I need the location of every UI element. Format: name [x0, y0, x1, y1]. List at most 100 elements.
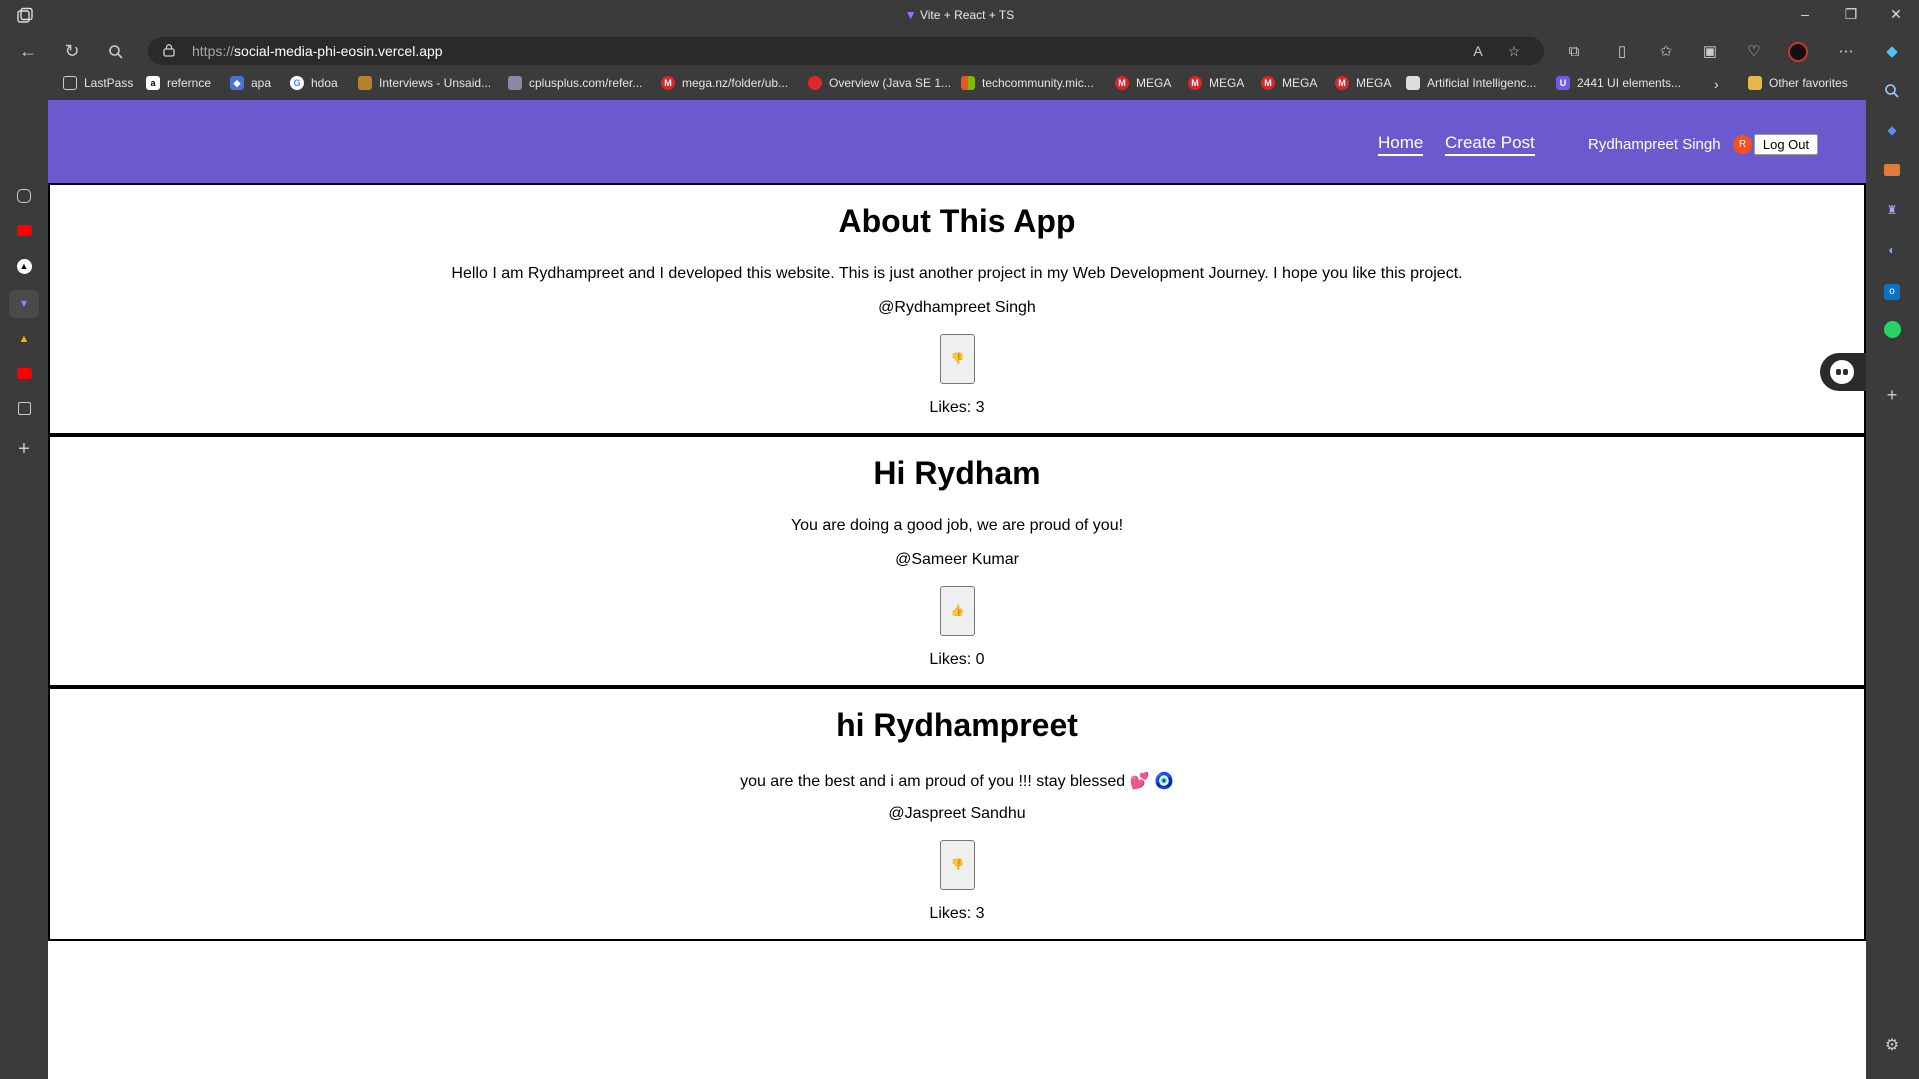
bookmark-mega-folder[interactable]: Mmega.nz/folder/ub... [661, 76, 788, 90]
likes-count: Likes: 0 [929, 651, 985, 668]
page-viewport: Home Create Post Rydhampreet Singh R Log… [48, 100, 1866, 1079]
restore-button[interactable]: ❐ [1831, 6, 1871, 23]
bookmark-mega-2[interactable]: M MEGA [1188, 76, 1244, 90]
add-sidebar-app-icon[interactable]: + [1881, 384, 1903, 406]
search-sidebar-icon[interactable] [1881, 80, 1903, 102]
thumbs-down-icon: 👎 [950, 859, 965, 871]
whatsapp-icon[interactable] [1881, 319, 1903, 341]
nav-home-link[interactable]: Home [1378, 133, 1424, 156]
nav-create-post-link[interactable]: Create Post [1445, 133, 1535, 156]
bookmark-apa[interactable]: ◆ apa [230, 76, 271, 90]
search-button[interactable] [104, 40, 128, 64]
cplusplus-icon [508, 76, 522, 90]
games-icon[interactable]: ♜ [1881, 199, 1903, 221]
ui-icon: U [1556, 76, 1570, 90]
assistant-face-icon [1830, 360, 1854, 384]
saved-tab-icon[interactable] [13, 398, 35, 420]
bookmarks-overflow-button[interactable]: › [1714, 76, 1719, 92]
split-screen-icon[interactable]: ▯ [1610, 40, 1634, 64]
favorite-star-icon[interactable]: ☆ [1504, 41, 1524, 61]
outlook-icon[interactable]: o [1881, 279, 1903, 301]
address-toolbar: ← ↻ https://social-media-phi-eosin.verce… [0, 32, 1919, 70]
bookmark-ui-elements[interactable]: U 2441 UI elements... [1556, 76, 1681, 90]
apa-icon: ◆ [230, 76, 244, 90]
gear-icon[interactable]: ⚙ [1881, 1035, 1903, 1057]
search-icon [1885, 84, 1899, 98]
lock-icon[interactable] [162, 43, 176, 57]
post-card: hi Rydhampreet you are the best and i am… [48, 687, 1866, 941]
bookmark-cplusplus[interactable]: cplusplus.com/refer... [508, 76, 642, 90]
search-icon [109, 45, 123, 59]
logout-button[interactable]: Log Out [1754, 134, 1818, 155]
post-title: About This App [838, 203, 1076, 239]
floating-assistant-button[interactable] [1820, 353, 1866, 391]
bookmark-interviews[interactable]: Interviews - Unsaid... [358, 76, 491, 90]
a-icon: a [146, 76, 160, 90]
oracle-icon [808, 76, 822, 90]
google-icon: G [290, 76, 304, 90]
close-window-button[interactable]: ✕ [1876, 6, 1916, 23]
performance-icon[interactable]: ♡ [1742, 40, 1766, 64]
bookmark-hdoa[interactable]: Ghdoa [290, 76, 338, 90]
interviews-icon [358, 76, 372, 90]
ai-icon [1406, 76, 1420, 90]
post-author: @Sameer Kumar [895, 551, 1019, 568]
post-title: hi Rydhampreet [836, 707, 1078, 743]
post-card: Hi Rydham You are doing a good job, we a… [48, 435, 1866, 687]
firebase-tab-icon[interactable]: ▲ [13, 328, 35, 350]
minimize-button[interactable]: – [1785, 6, 1825, 22]
extensions-icon[interactable]: ⧉ [1562, 40, 1586, 64]
url-text[interactable]: https://social-media-phi-eosin.vercel.ap… [192, 43, 443, 59]
mega-icon: M [661, 76, 675, 90]
copilot-sidebar-icon[interactable]: ◐ [1881, 239, 1903, 261]
post-card: About This App Hello I am Rydhampreet an… [48, 183, 1866, 435]
favorites-bar: LastPass a refernce ◆ apa Ghdoa Interviews… [0, 70, 1919, 100]
left-sidebar: ▲ ▼ ▲ + [0, 100, 48, 1079]
app-tab-icon[interactable]: ▲ [13, 255, 35, 277]
copilot-icon[interactable]: ◆ [1880, 40, 1904, 64]
like-button[interactable]: 👎 [940, 334, 975, 384]
favorites-icon[interactable]: ✩ [1654, 40, 1678, 64]
youtube-tab-icon-2[interactable] [13, 363, 35, 385]
like-button[interactable]: 👍 [940, 586, 975, 636]
vertical-tabs-icon[interactable] [17, 189, 31, 203]
post-author: @Jaspreet Sandhu [888, 805, 1026, 822]
right-sidebar: ◆ ♜ ◐ o + ⚙ [1866, 70, 1919, 1079]
address-bar[interactable]: https://social-media-phi-eosin.vercel.ap… [148, 37, 1544, 65]
vite-favicon-icon: ▼ [904, 8, 917, 22]
bookmark-mega-4[interactable]: M MEGA [1335, 76, 1391, 90]
app-navbar: Home Create Post Rydhampreet Singh R Log… [48, 100, 1866, 183]
profile-icon[interactable] [1786, 40, 1810, 64]
post-body: You are doing a good job, we are proud o… [790, 517, 1124, 534]
back-button[interactable]: ← [16, 40, 40, 64]
bookmark-artificial-intelligence[interactable]: Artificial Intelligenc... [1406, 76, 1536, 90]
collections-icon[interactable]: ▣ [1698, 40, 1722, 64]
browser-title-bar: ▼ Vite + React + TS – ❐ ✕ [0, 0, 1919, 32]
reload-button[interactable]: ↻ [60, 40, 84, 64]
bookmark-java-overview[interactable]: Overview (Java SE 1... [808, 76, 951, 90]
mega-icon: M [1115, 76, 1129, 90]
thumbs-down-icon: 👎 [950, 353, 965, 365]
new-tab-plus-icon[interactable]: + [13, 438, 35, 460]
bookmark-lastpass[interactable]: LastPass [63, 76, 133, 90]
mega-icon: M [1188, 76, 1202, 90]
youtube-tab-icon[interactable] [13, 220, 35, 242]
shopping-icon[interactable]: ◆ [1881, 119, 1903, 141]
other-favorites-folder[interactable]: Other favorites [1748, 76, 1848, 90]
more-menu-icon[interactable]: ⋯ [1834, 40, 1858, 64]
vite-tab-icon[interactable]: ▼ [9, 290, 39, 318]
post-body: Hello I am Rydhampreet and I developed t… [451, 265, 1463, 282]
post-author: @Rydhampreet Singh [878, 299, 1036, 316]
like-button[interactable]: 👎 [940, 840, 975, 890]
post-title: Hi Rydham [873, 455, 1041, 491]
bookmark-techcommunity[interactable]: techcommunity.mic... [961, 76, 1094, 90]
read-aloud-icon[interactable]: A [1468, 41, 1488, 61]
bookmark-mega-1[interactable]: M MEGA [1115, 76, 1171, 90]
bookmark-mega-3[interactable]: M MEGA [1261, 76, 1317, 90]
page-icon [63, 76, 77, 90]
bookmark-refernce[interactable]: a refernce [146, 76, 211, 90]
mega-icon: M [1335, 76, 1349, 90]
microsoft-icon [961, 76, 975, 90]
folder-icon [1748, 76, 1762, 90]
tools-icon[interactable] [1881, 159, 1903, 181]
